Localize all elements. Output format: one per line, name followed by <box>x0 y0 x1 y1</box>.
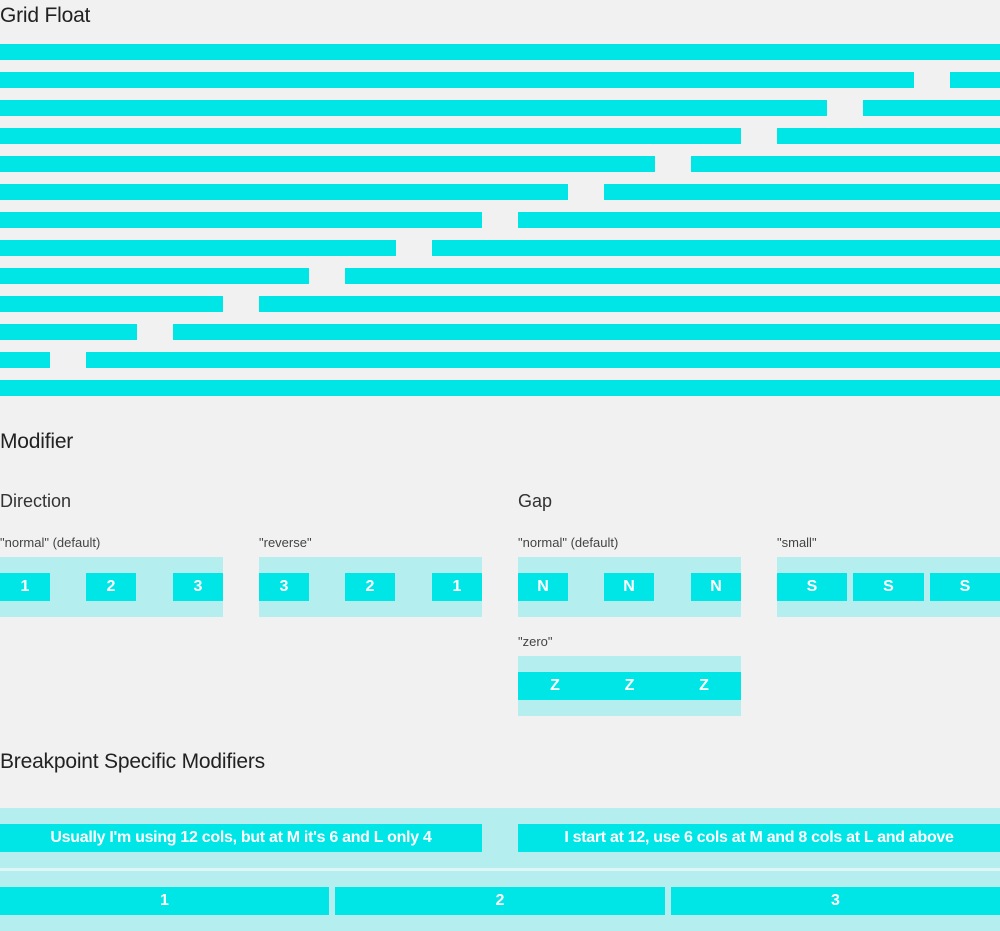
grid-cell: Z <box>592 672 667 700</box>
breakpoint-heading: Breakpoint Specific Modifiers <box>0 750 265 773</box>
grid-cell: I start at 12, use 6 cols at M and 8 col… <box>518 824 1000 852</box>
grid-float-bar <box>518 212 1000 228</box>
grid-cell: Z <box>667 672 741 700</box>
grid-float-bar <box>0 72 914 88</box>
grid-cell: S <box>853 573 924 601</box>
grid-float-bar <box>0 44 1000 60</box>
row-divider <box>0 868 1000 871</box>
grid-float-bar <box>0 100 827 116</box>
breakpoint-demo: Usually I'm using 12 cols, but at M it's… <box>0 808 1000 931</box>
grid-float-bar <box>0 184 568 200</box>
grid-cell: N <box>604 573 654 601</box>
grid-cell: Usually I'm using 12 cols, but at M it's… <box>0 824 482 852</box>
grid-float-bar <box>0 324 137 340</box>
grid-float-bar <box>777 128 1000 144</box>
grid-float-bar <box>259 296 1000 312</box>
grid-float-bar <box>345 268 1000 284</box>
grid-float-bar <box>604 184 1000 200</box>
grid-cell: 3 <box>173 573 223 601</box>
grid-float-heading: Grid Float <box>0 4 91 27</box>
grid-float-bar <box>173 324 1000 340</box>
grid-cell: 2 <box>335 887 665 915</box>
grid-cell: 1 <box>432 573 482 601</box>
grid-float-bar <box>86 352 1000 368</box>
gap-normal-label: "normal" (default) <box>518 535 619 550</box>
modifier-heading: Modifier <box>0 430 74 453</box>
grid-float-bar <box>432 240 1000 256</box>
grid-float-bar <box>950 72 1000 88</box>
direction-normal-label: "normal" (default) <box>0 535 101 550</box>
grid-float-bar <box>0 240 396 256</box>
gap-zero-label: "zero" <box>518 634 553 649</box>
gap-small-demo: S S S <box>777 557 1000 617</box>
grid-float-bar <box>863 100 1000 116</box>
gap-small-label: "small" <box>777 535 817 550</box>
grid-cell: 1 <box>0 573 50 601</box>
grid-cell: 3 <box>671 887 1000 915</box>
grid-float-bar <box>0 296 223 312</box>
grid-cell: S <box>930 573 1000 601</box>
grid-float-bar <box>0 380 1000 396</box>
grid-cell: 2 <box>86 573 136 601</box>
grid-cell: S <box>777 573 847 601</box>
direction-reverse-label: "reverse" <box>259 535 312 550</box>
grid-float-bar <box>0 128 741 144</box>
grid-cell: Z <box>518 672 592 700</box>
grid-float-bar <box>0 268 309 284</box>
grid-cell: 2 <box>345 573 395 601</box>
gap-zero-demo: Z Z Z <box>518 656 741 716</box>
grid-cell: 3 <box>259 573 309 601</box>
grid-cell: N <box>691 573 741 601</box>
gap-normal-demo: N N N <box>518 557 741 617</box>
direction-normal-demo: 1 2 3 <box>0 557 223 617</box>
grid-float-bar <box>0 156 655 172</box>
direction-reverse-demo: 3 2 1 <box>259 557 482 617</box>
grid-float-bar <box>0 352 50 368</box>
grid-cell: N <box>518 573 568 601</box>
gap-heading: Gap <box>518 491 553 511</box>
grid-cell: 1 <box>0 887 329 915</box>
grid-float-bar <box>691 156 1000 172</box>
grid-float-bar <box>0 212 482 228</box>
direction-heading: Direction <box>0 491 72 511</box>
